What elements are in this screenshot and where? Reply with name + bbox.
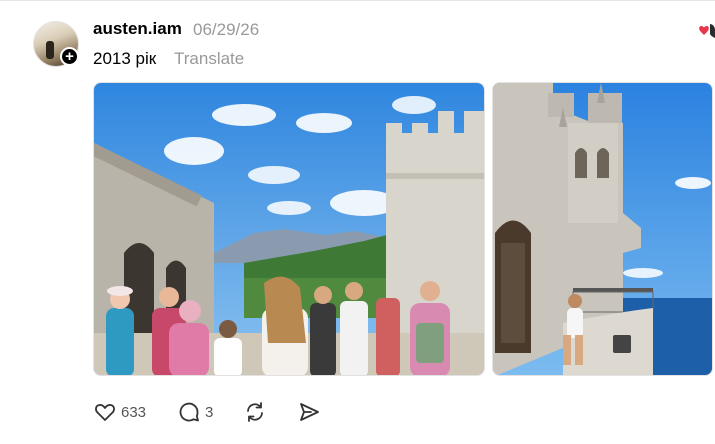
comment-icon [179,402,199,422]
like-button[interactable]: 633 [93,398,146,426]
comment-count: 3 [205,403,214,421]
like-count: 633 [121,403,147,421]
top-border [0,0,715,1]
repost-button[interactable] [243,398,267,426]
avatar-figure [46,41,54,59]
username-link[interactable]: austen.iam [93,19,182,39]
repost-icon [247,402,263,422]
post-caption: 2013 рік [93,49,157,68]
translate-link[interactable]: Translate [174,49,244,69]
comment-button[interactable]: 3 [177,398,213,426]
post-date[interactable]: 06/29/26 [193,20,259,40]
post-photo-1[interactable] [93,82,485,376]
share-button[interactable] [297,398,321,426]
avatar-container[interactable]: + [33,21,79,67]
share-icon [300,403,319,421]
heart-reaction-icon[interactable] [697,20,715,42]
post-photo-2[interactable] [492,82,713,376]
follow-plus-icon[interactable]: + [60,47,79,66]
heart-icon [95,404,115,421]
